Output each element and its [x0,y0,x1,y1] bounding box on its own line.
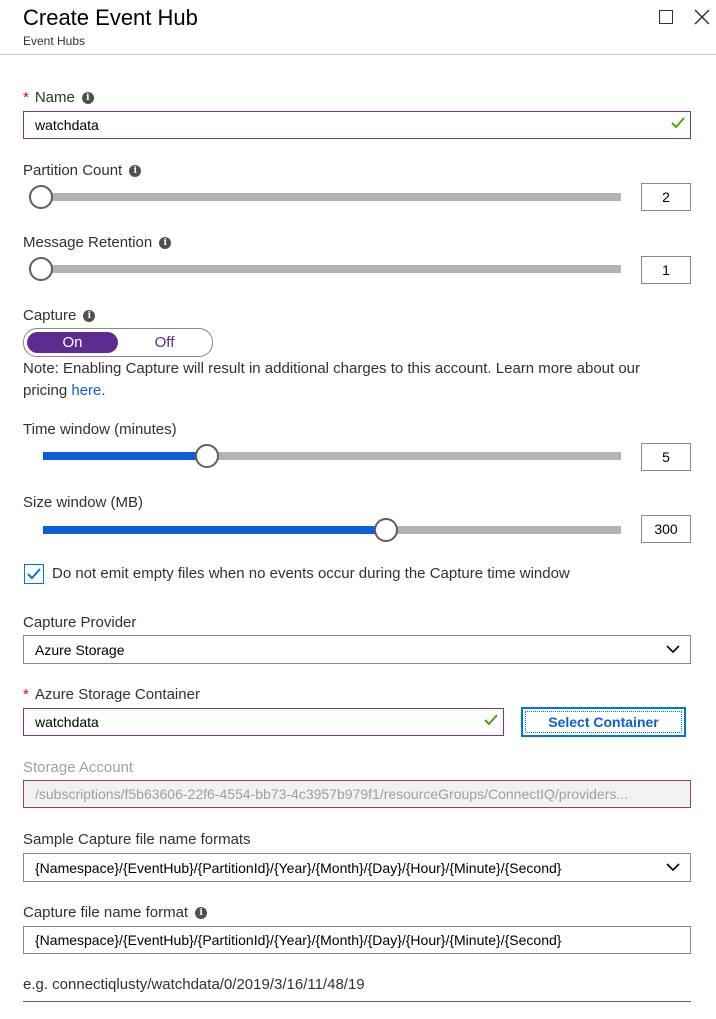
empty-files-label: Do not emit empty files when no events o… [52,565,570,582]
storage-container-label: * Azure Storage Container [23,686,200,703]
empty-files-checkbox[interactable] [24,564,44,584]
required-marker: * [23,686,29,703]
file-name-format-label-text: Capture file name format [23,904,189,921]
slider-track [41,265,621,273]
message-retention-input[interactable]: 1 [641,256,691,284]
storage-container-label-text: Azure Storage Container [34,686,200,703]
file-name-format-label: Capture file name format i [23,904,208,921]
slider-fill [43,526,386,534]
blade-header: Create Event Hub Event Hubs [0,0,716,55]
info-icon[interactable]: i [83,309,96,322]
select-container-button[interactable]: Select Container [521,707,686,737]
storage-container-input[interactable]: watchdata [23,708,504,736]
message-retention-slider[interactable] [29,257,621,281]
slider-thumb[interactable] [29,257,53,281]
capture-on-option[interactable]: On [27,332,118,353]
time-window-slider[interactable] [43,444,621,468]
partition-count-label-text: Partition Count [23,162,123,179]
note-end: . [101,382,106,399]
time-window-label: Time window (minutes) [23,421,177,438]
size-window-slider[interactable] [43,518,621,542]
size-window-label: Size window (MB) [23,494,143,511]
file-name-format-value: {Namespace}/{EventHub}/{PartitionId}/{Ye… [35,932,562,948]
sample-formats-select[interactable]: {Namespace}/{EventHub}/{PartitionId}/{Ye… [23,853,691,882]
close-icon [694,9,710,25]
message-retention-label: Message Retention i [23,234,172,251]
breadcrumb: Event Hubs [23,34,86,48]
chevron-down-icon [666,645,680,654]
capture-label: Capture i [23,307,96,324]
note-text: Note: Enabling Capture will result in ad… [23,360,641,399]
pricing-link[interactable]: here [71,382,101,399]
partition-count-slider[interactable] [29,185,621,209]
partition-count-label: Partition Count i [23,162,142,179]
slider-thumb[interactable] [29,185,53,209]
maximize-button[interactable] [658,8,676,26]
divider [23,1001,691,1002]
storage-account-label: Storage Account [23,759,133,776]
time-window-input[interactable]: 5 [641,443,691,471]
capture-provider-select[interactable]: Azure Storage [23,635,691,664]
info-icon[interactable]: i [81,91,94,104]
storage-account-field: /subscriptions/f5b63606-22f6-4554-bb73-4… [23,780,691,808]
example-path: e.g. connectiqlusty/watchdata/0/2019/3/1… [23,976,365,993]
storage-container-value: watchdata [35,714,99,730]
checkmark-icon [27,568,41,580]
name-input[interactable]: watchdata [23,111,691,139]
partition-count-input[interactable]: 2 [641,183,691,211]
sample-formats-label: Sample Capture file name formats [23,831,251,848]
capture-provider-label: Capture Provider [23,614,136,631]
slider-thumb[interactable] [194,444,219,468]
storage-account-label-text: Storage Account [23,759,134,776]
capture-toggle[interactable]: On Off [23,328,213,357]
name-label: * Name i [23,89,94,106]
capture-off-option[interactable]: Off [119,332,210,353]
file-name-format-input[interactable]: {Namespace}/{EventHub}/{PartitionId}/{Ye… [23,926,691,954]
maximize-icon [659,10,673,24]
close-button[interactable] [693,8,711,26]
capture-provider-label-text: Capture Provider [23,614,137,631]
sample-formats-label-text: Sample Capture file name formats [23,831,251,848]
checkmark-icon [484,714,498,726]
info-icon[interactable]: i [195,906,208,919]
slider-thumb[interactable] [373,518,398,542]
name-input-value: watchdata [35,117,99,133]
slider-fill [43,452,207,460]
time-window-label-text: Time window (minutes) [23,421,177,438]
capture-provider-value: Azure Storage [35,641,125,658]
size-window-label-text: Size window (MB) [23,494,144,511]
slider-track [41,193,621,201]
storage-account-value: /subscriptions/f5b63606-22f6-4554-bb73-4… [35,786,629,802]
capture-label-text: Capture [23,307,77,324]
info-icon[interactable]: i [159,236,172,249]
info-icon[interactable]: i [129,164,142,177]
required-marker: * [23,89,29,106]
size-window-input[interactable]: 300 [641,515,691,543]
message-retention-label-text: Message Retention [23,234,153,251]
page-title: Create Event Hub [23,5,198,30]
chevron-down-icon [666,863,680,872]
sample-formats-value: {Namespace}/{EventHub}/{PartitionId}/{Ye… [35,859,562,876]
checkmark-icon [671,117,685,129]
name-label-text: Name [34,89,75,106]
capture-pricing-note: Note: Enabling Capture will result in ad… [23,358,683,402]
